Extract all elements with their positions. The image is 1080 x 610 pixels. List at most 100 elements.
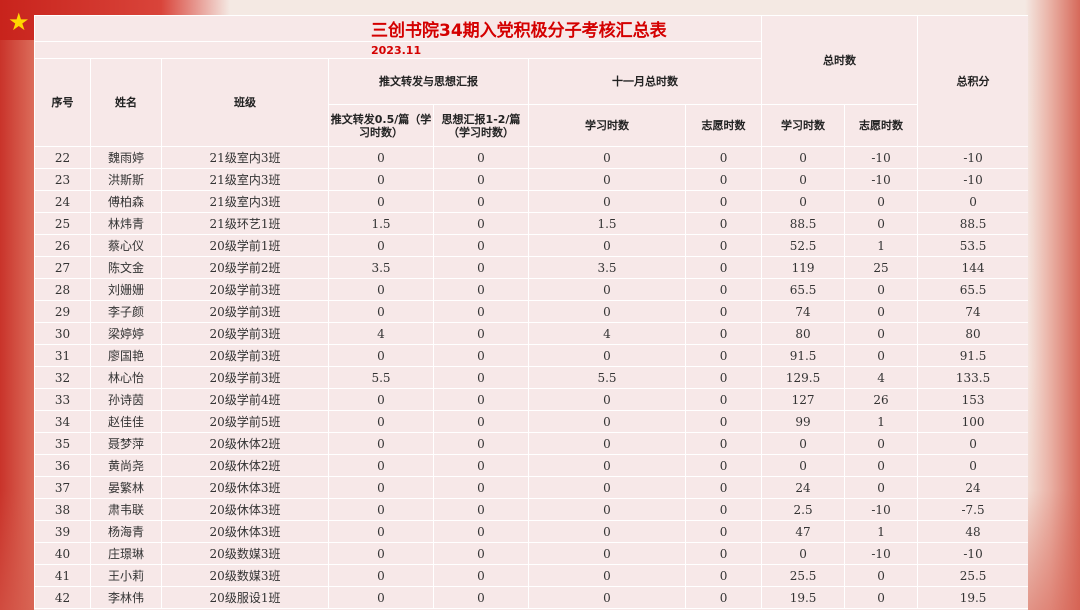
total-study-cell: 88.5 (761, 212, 846, 235)
header-nov-study-hours: 学习时数 (528, 104, 686, 147)
total-volunteer-cell: 1 (844, 234, 919, 257)
seq-cell: 36 (34, 454, 91, 477)
seq-cell: 38 (34, 498, 91, 521)
total-score-cell: 19.5 (917, 586, 1028, 609)
table-row: 36 黄尚尧 20级休体2班 0 0 0 0 0 0 0 (34, 454, 1028, 477)
class-cell: 21级室内3班 (161, 168, 329, 191)
total-study-cell: 25.5 (761, 564, 846, 587)
name-cell: 聂梦萍 (90, 432, 162, 455)
nov-study-cell: 0 (528, 454, 686, 477)
total-score-cell: 24 (917, 476, 1028, 499)
table-row: 30 梁婷婷 20级学前3班 4 0 4 0 80 0 80 (34, 322, 1028, 345)
total-volunteer-cell: 1 (844, 520, 919, 543)
total-volunteer-cell: 26 (844, 388, 919, 411)
seq-cell: 29 (34, 300, 91, 323)
total-study-cell: 127 (761, 388, 846, 411)
name-cell: 林心怡 (90, 366, 162, 389)
thought-report-cell: 0 (433, 476, 529, 499)
seq-cell: 27 (34, 256, 91, 279)
nov-study-cell: 3.5 (528, 256, 686, 279)
nov-volunteer-cell: 0 (684, 278, 763, 301)
nov-study-cell: 0 (528, 432, 686, 455)
seq-cell: 32 (34, 366, 91, 389)
repost-cell: 0 (328, 278, 434, 301)
total-score-cell: 0 (917, 190, 1028, 213)
thought-report-cell: 0 (433, 234, 529, 257)
repost-cell: 0 (328, 520, 434, 543)
thought-report-cell: 0 (433, 278, 529, 301)
name-cell: 王小莉 (90, 564, 162, 587)
class-cell: 20级学前3班 (161, 322, 329, 345)
nov-study-cell: 0 (528, 278, 686, 301)
class-cell: 21级室内3班 (161, 146, 329, 169)
total-score-cell: 153 (917, 388, 1028, 411)
total-score-cell: -10 (917, 168, 1028, 191)
total-volunteer-cell: 0 (844, 432, 919, 455)
seq-cell: 30 (34, 322, 91, 345)
thought-report-cell: 0 (433, 432, 529, 455)
thought-report-cell: 0 (433, 388, 529, 411)
total-score-cell: -10 (917, 542, 1028, 565)
thought-report-cell: 0 (433, 212, 529, 235)
name-cell: 廖国艳 (90, 344, 162, 367)
table-row: 24 傅柏森 21级室内3班 0 0 0 0 0 0 0 (34, 190, 1028, 213)
seq-cell: 42 (34, 586, 91, 609)
repost-cell: 0 (328, 234, 434, 257)
header-nov-volunteer-hours: 志愿时数 (684, 104, 763, 147)
table-row: 25 林炜青 21级环艺1班 1.5 0 1.5 0 88.5 0 88.5 (34, 212, 1028, 235)
seq-cell: 40 (34, 542, 91, 565)
thought-report-cell: 0 (433, 300, 529, 323)
thought-report-cell: 0 (433, 586, 529, 609)
total-study-cell: 47 (761, 520, 846, 543)
name-cell: 魏雨婷 (90, 146, 162, 169)
class-cell: 20级学前3班 (161, 344, 329, 367)
nov-volunteer-cell: 0 (684, 564, 763, 587)
total-volunteer-cell: -10 (844, 542, 919, 565)
total-study-cell: 65.5 (761, 278, 846, 301)
table-row: 34 赵佳佳 20级学前5班 0 0 0 0 99 1 100 (34, 410, 1028, 433)
class-cell: 20级休体2班 (161, 454, 329, 477)
total-score-cell: 74 (917, 300, 1028, 323)
total-score-cell: 133.5 (917, 366, 1028, 389)
thought-report-cell: 0 (433, 322, 529, 345)
nov-volunteer-cell: 0 (684, 520, 763, 543)
nov-volunteer-cell: 0 (684, 476, 763, 499)
header-total-volunteer-hours: 志愿时数 (844, 104, 919, 147)
nov-volunteer-cell: 0 (684, 410, 763, 433)
class-cell: 20级休体3班 (161, 476, 329, 499)
nov-volunteer-cell: 0 (684, 388, 763, 411)
seq-cell: 26 (34, 234, 91, 257)
nov-volunteer-cell: 0 (684, 542, 763, 565)
total-score-cell: 91.5 (917, 344, 1028, 367)
total-study-cell: 24 (761, 476, 846, 499)
nov-volunteer-cell: 0 (684, 212, 763, 235)
thought-report-cell: 0 (433, 520, 529, 543)
header-repost: 推文转发0.5/篇（学习时数） (328, 104, 434, 147)
name-cell: 赵佳佳 (90, 410, 162, 433)
seq-cell: 34 (34, 410, 91, 433)
seq-cell: 23 (34, 168, 91, 191)
total-study-cell: 74 (761, 300, 846, 323)
total-volunteer-cell: 0 (844, 454, 919, 477)
total-score-cell: 25.5 (917, 564, 1028, 587)
total-score-cell: 0 (917, 454, 1028, 477)
nov-study-cell: 5.5 (528, 366, 686, 389)
repost-cell: 0 (328, 300, 434, 323)
class-cell: 20级学前5班 (161, 410, 329, 433)
repost-cell: 0 (328, 542, 434, 565)
nov-study-cell: 0 (528, 146, 686, 169)
class-cell: 20级学前4班 (161, 388, 329, 411)
nov-volunteer-cell: 0 (684, 234, 763, 257)
nov-study-cell: 0 (528, 344, 686, 367)
class-cell: 20级学前3班 (161, 300, 329, 323)
repost-cell: 0 (328, 168, 434, 191)
class-cell: 20级学前2班 (161, 256, 329, 279)
total-study-cell: 0 (761, 542, 846, 565)
nov-study-cell: 0 (528, 542, 686, 565)
table-row: 31 廖国艳 20级学前3班 0 0 0 0 91.5 0 91.5 (34, 344, 1028, 367)
total-score-cell: 53.5 (917, 234, 1028, 257)
total-study-cell: 0 (761, 146, 846, 169)
thought-report-cell: 0 (433, 564, 529, 587)
name-cell: 梁婷婷 (90, 322, 162, 345)
total-score-cell: 65.5 (917, 278, 1028, 301)
